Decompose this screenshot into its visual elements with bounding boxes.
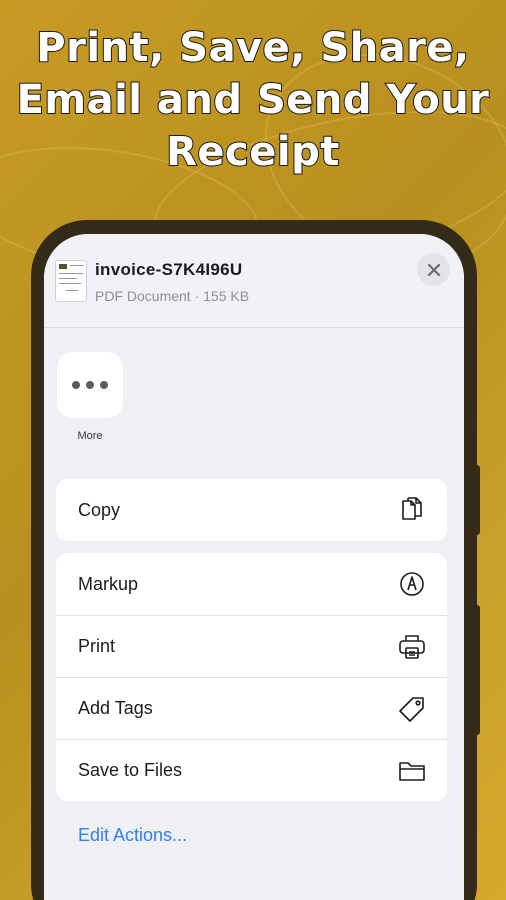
more-dots-icon (100, 381, 108, 389)
action-save-to-files[interactable]: Save to Files (56, 739, 447, 801)
printer-icon (397, 632, 427, 662)
thumbnail-line (59, 278, 77, 279)
action-label: Print (78, 636, 116, 656)
action-print[interactable]: Print (56, 615, 447, 677)
phone-side-button (474, 465, 480, 535)
headline-line: Print, Save, Share, (35, 24, 470, 72)
action-add-tags[interactable]: Add Tags (56, 677, 447, 739)
markup-icon (397, 569, 427, 599)
file-meta: PDF Document · 155 KB (95, 288, 250, 304)
tag-icon (397, 694, 427, 724)
folder-icon (397, 756, 427, 786)
thumbnail-logo (59, 264, 67, 269)
close-icon (427, 263, 440, 276)
action-copy[interactable]: Copy (56, 479, 447, 541)
actions-group-primary: Copy (56, 479, 447, 541)
actions-group-secondary: Markup Print Add Tags Save to Files (56, 553, 447, 801)
action-label: Markup (78, 573, 139, 594)
headline-line: Receipt (165, 128, 340, 176)
action-label: Save to Files (78, 760, 183, 780)
more-dots-icon (86, 381, 94, 389)
file-name: invoice-S7K4I96U (95, 260, 243, 279)
thumbnail-line (59, 283, 81, 284)
promo-headline: Print, Save, Share, Email and Send Your … (0, 22, 506, 178)
thumbnail-line (59, 273, 83, 274)
phone-side-button (474, 605, 480, 735)
action-label: Copy (78, 499, 121, 520)
action-markup[interactable]: Markup (56, 553, 447, 615)
share-sheet: invoice-S7K4I96U PDF Document · 155 KB M… (44, 234, 464, 900)
headline-line: Email and Send Your (16, 76, 490, 124)
thumbnail-line (66, 290, 78, 291)
thumbnail-line (70, 265, 84, 266)
close-button[interactable] (417, 253, 450, 286)
document-thumbnail (55, 260, 87, 302)
more-apps-label: More (77, 430, 103, 442)
more-dots-icon (72, 381, 80, 389)
action-label: Add Tags (78, 698, 153, 718)
more-apps-button[interactable] (57, 352, 123, 418)
copy-icon (397, 495, 427, 525)
edit-actions-link[interactable]: Edit Actions... (78, 825, 187, 846)
share-sheet-header: invoice-S7K4I96U PDF Document · 155 KB (44, 234, 464, 328)
